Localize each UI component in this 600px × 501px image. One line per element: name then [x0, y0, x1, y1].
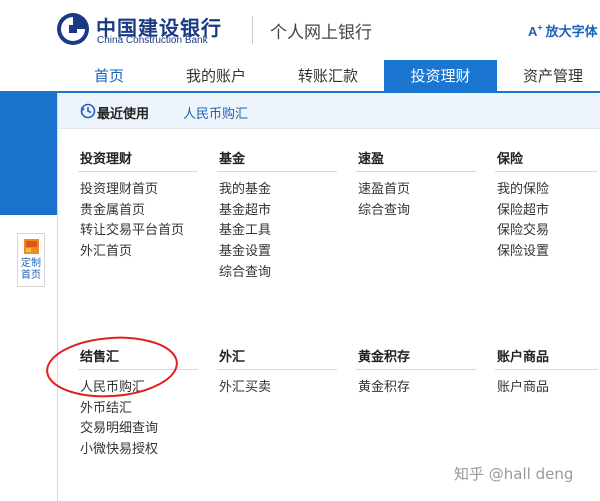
side-divider — [57, 93, 58, 501]
annotation-ellipse — [46, 336, 178, 398]
link-fx-settlement[interactable]: 外币结汇 — [80, 397, 132, 416]
section-title-investment: 投资理财 — [80, 152, 133, 167]
link-forex-home[interactable]: 外汇首页 — [80, 240, 132, 259]
link-my-insurance[interactable]: 我的保险 — [497, 178, 549, 197]
nav-tab-home[interactable]: 首页 — [58, 60, 160, 92]
link-fund-query[interactable]: 综合查询 — [219, 261, 271, 280]
link-forex-trade[interactable]: 外汇买卖 — [219, 376, 271, 395]
link-insurance-trade[interactable]: 保险交易 — [497, 219, 549, 238]
section-title-suying: 速盈 — [358, 152, 385, 167]
section-title-account-products: 账户商品 — [497, 350, 550, 365]
link-gold-savings[interactable]: 黄金积存 — [358, 376, 410, 395]
section-rule — [356, 369, 476, 370]
nav-tab-my-account[interactable]: 我的账户 — [160, 60, 272, 92]
header-divider — [252, 16, 253, 44]
link-suying-home[interactable]: 速盈首页 — [358, 178, 410, 197]
section-rule — [217, 369, 337, 370]
link-transaction-query[interactable]: 交易明细查询 — [80, 417, 158, 436]
custom-home-icon — [24, 239, 39, 254]
link-fund-tools[interactable]: 基金工具 — [219, 219, 271, 238]
section-rule — [217, 171, 337, 172]
section-title-insurance: 保险 — [497, 152, 524, 167]
section-rule — [495, 171, 598, 172]
zoom-font-button[interactable]: A+ 放大字体 — [528, 21, 598, 40]
link-my-fund[interactable]: 我的基金 — [219, 178, 271, 197]
clock-icon — [80, 103, 96, 119]
link-insurance-settings[interactable]: 保险设置 — [497, 240, 549, 259]
link-suying-query[interactable]: 综合查询 — [358, 199, 410, 218]
logo-english-name: China Construction Bank — [97, 35, 208, 46]
section-rule — [356, 171, 476, 172]
page-title: 个人网上银行 — [270, 23, 372, 43]
link-fund-market[interactable]: 基金超市 — [219, 199, 271, 218]
section-rule — [495, 369, 598, 370]
link-account-products[interactable]: 账户商品 — [497, 376, 549, 395]
font-size-icon: A+ — [528, 22, 543, 39]
nav-tab-transfer[interactable]: 转账汇款 — [272, 60, 384, 92]
link-micro-authorization[interactable]: 小微快易授权 — [80, 438, 158, 457]
header: 中国建设银行 China Construction Bank 个人网上银行 A+… — [0, 0, 600, 60]
zoom-font-label: 放大字体 — [545, 25, 598, 40]
watermark: 知乎 @hall deng — [454, 465, 574, 483]
main-nav: 首页 我的账户 转账汇款 投资理财 资产管理 — [0, 60, 600, 92]
link-fund-settings[interactable]: 基金设置 — [219, 240, 271, 259]
link-precious-metal-home[interactable]: 贵金属首页 — [80, 199, 145, 218]
page: 中国建设银行 China Construction Bank 个人网上银行 A+… — [0, 0, 600, 501]
link-insurance-market[interactable]: 保险超市 — [497, 199, 549, 218]
recent-link-rmb-purchase[interactable]: 人民币购汇 — [183, 103, 248, 122]
nav-tab-investment[interactable]: 投资理财 — [384, 60, 497, 92]
link-investment-home[interactable]: 投资理财首页 — [80, 178, 158, 197]
nav-tab-asset-management[interactable]: 资产管理 — [497, 60, 600, 92]
section-title-fund: 基金 — [219, 152, 246, 167]
section-rule — [78, 171, 198, 172]
custom-home-label: 定制首页 — [21, 258, 41, 281]
ccb-logo-icon — [57, 13, 89, 45]
section-title-forex: 外汇 — [219, 350, 246, 365]
custom-home-button[interactable]: 定制首页 — [17, 233, 45, 287]
recent-label: 最近使用 — [97, 107, 150, 122]
link-transfer-platform-home[interactable]: 转让交易平台首页 — [80, 219, 184, 238]
section-title-gold: 黄金积存 — [358, 350, 411, 365]
side-banner — [0, 93, 58, 215]
